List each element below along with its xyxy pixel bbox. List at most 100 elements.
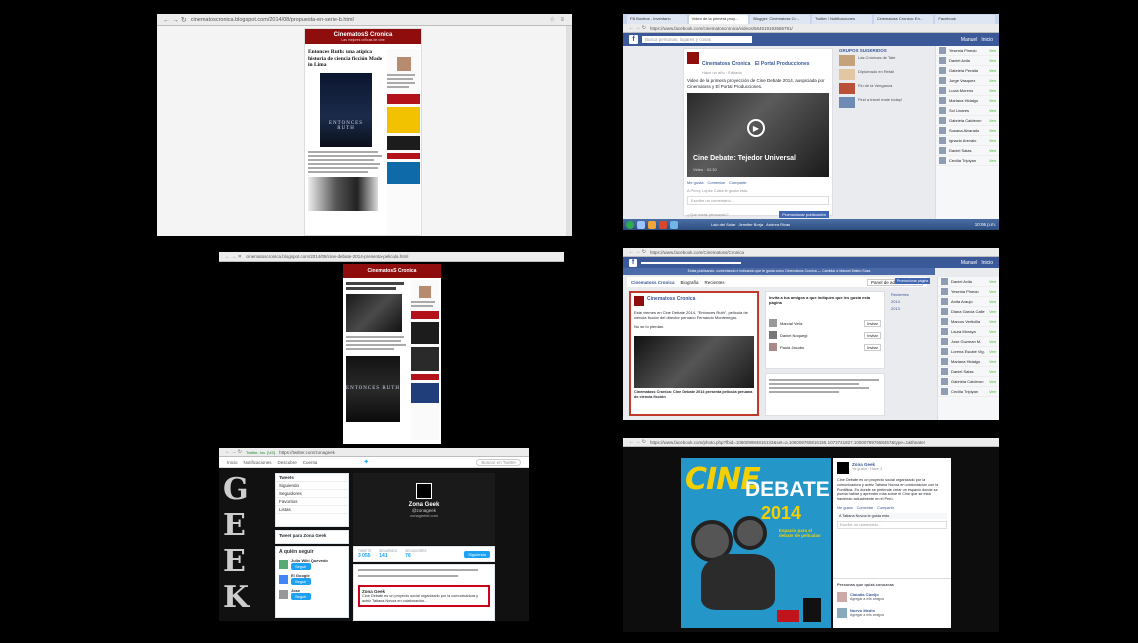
user-name[interactable]: Manuel <box>961 260 977 266</box>
chat-contact[interactable]: Jorge Vasquez Ven <box>936 76 999 86</box>
stat-tweets[interactable]: TWEETS 3 055 <box>358 549 371 559</box>
chat-contact[interactable]: Daniel Salas Ven <box>936 146 999 156</box>
chat-contact[interactable]: Lucia Moreno Ven <box>936 86 999 96</box>
chat-contact[interactable]: Cecilia Tripiyan Ven <box>938 387 999 397</box>
shared-page[interactable]: El Portal Producciones <box>755 61 810 67</box>
chat-contact[interactable]: Daniel Avila Ven <box>938 277 999 287</box>
browser-tab[interactable]: FB Bonitos - Inventario <box>627 15 687 24</box>
chat-contact[interactable]: Gabriela Calderon Ven <box>936 116 999 126</box>
year-link[interactable]: 2013 <box>891 305 931 312</box>
chat-contact[interactable]: Jose Guzman M. Ven <box>938 337 999 347</box>
home-link[interactable]: Inicio <box>981 260 993 266</box>
back-forward-icon[interactable]: ← → ↻ <box>163 16 187 24</box>
nav-notifications[interactable]: Notificaciones <box>244 460 272 465</box>
like-link[interactable]: Me gusta <box>837 506 853 510</box>
video-caption[interactable]: Cinematoss Cronica: Cine Debate 2014 pre… <box>634 390 754 399</box>
facebook-logo-icon[interactable]: f <box>629 258 637 267</box>
chat-contact[interactable]: Daniel Salas Ven <box>938 367 999 377</box>
taskbar-chat[interactable]: Lalo del Solar <box>711 222 735 227</box>
stat-followers[interactable]: SEGUIDORES 76 <box>405 549 426 559</box>
browser-tab[interactable]: Facebook <box>935 15 996 24</box>
chat-contact[interactable]: Sol Linares Ven <box>936 106 999 116</box>
chat-contact[interactable]: Marcos Verticilla Ven <box>938 317 999 327</box>
twitter-bird-icon[interactable]: ✦ <box>363 458 369 466</box>
blog-header[interactable]: CinematosS Cronica <box>343 264 441 278</box>
facebook-logo-icon[interactable]: f <box>629 35 638 44</box>
taskbar-app-icon[interactable] <box>637 220 645 229</box>
taskbar-app-icon[interactable] <box>659 220 667 229</box>
follow-button[interactable]: Seguir <box>291 578 311 585</box>
browser-tab[interactable]: Blogger: Cinematoss Cr... <box>750 15 811 24</box>
comment-input[interactable]: Escribe un comentario... <box>837 520 947 529</box>
invite-button[interactable]: Invitar <box>864 331 881 339</box>
chat-contact[interactable]: Mariana Hidalgo Ven <box>938 357 999 367</box>
post-author[interactable]: Cinematoss Cronica <box>647 296 695 306</box>
address-bar[interactable]: https://www.facebook.com/photo.php?fbid=… <box>650 440 993 445</box>
add-friend-button[interactable]: Agregar a mis amigos <box>850 613 884 617</box>
address-bar[interactable]: cinematoscronica.blogspot.com/2014/08/pr… <box>191 17 546 23</box>
page-name[interactable]: Cinematoss Cronica <box>631 280 675 285</box>
chat-contact[interactable]: Yesenia Pinedo Ven <box>936 46 999 56</box>
address-bar[interactable]: https://www.facebook.com/Cinematoss/Cron… <box>650 250 993 255</box>
like-link[interactable]: Me gusta <box>687 180 703 185</box>
suggestion-item[interactable]: Find a travel mate today! <box>839 97 929 108</box>
year-link[interactable]: Recientes <box>891 291 931 298</box>
chat-contact[interactable]: Mariana Hidalgo Ven <box>936 96 999 106</box>
taskbar-app-icon[interactable] <box>670 220 678 229</box>
browser-tab[interactable]: Cinematoss Cronica: En... <box>873 15 934 24</box>
blog-header[interactable]: CinematosS Cronica Las mejores críticas … <box>305 29 421 44</box>
share-link[interactable]: Compartir <box>729 180 747 185</box>
page-avatar[interactable] <box>837 462 849 474</box>
following-button[interactable]: Siguiendo <box>464 550 490 558</box>
sidebar-following[interactable]: Siguiendo <box>276 482 348 490</box>
post-video[interactable] <box>634 336 754 388</box>
nav-account[interactable]: Cuenta <box>303 460 318 465</box>
back-forward-icon[interactable]: ← → ↻ <box>225 449 242 455</box>
nav-discover[interactable]: Descubre <box>278 460 297 465</box>
likes-summary[interactable]: A Percy Lopez Cuba le gusta esto. <box>687 188 829 193</box>
tab-recent[interactable]: Recientes <box>705 280 725 285</box>
profile-site[interactable]: zonageekti.com <box>353 513 495 518</box>
share-link[interactable]: Compartir <box>877 506 894 510</box>
sidebar-tweets[interactable]: Tweets <box>276 474 348 482</box>
chat-contact[interactable]: Lorena Escate Vig. Ven <box>938 347 999 357</box>
page-avatar[interactable] <box>687 52 699 64</box>
back-forward-icon[interactable]: ← → ↻ <box>629 439 646 445</box>
cine-debate-poster[interactable]: CINE DEBATE 2014 Espacio para el debate … <box>681 458 831 628</box>
taskbar-chat[interactable]: Andrea Rivas <box>766 222 790 227</box>
invite-button[interactable]: Invitar <box>864 319 881 327</box>
chat-contact[interactable]: Anita Araujo Ven <box>938 297 999 307</box>
menu-icon[interactable]: ☆ ≡ <box>549 16 566 23</box>
sidebar-lists[interactable]: Listas <box>276 506 348 514</box>
address-bar[interactable]: https://twitter.com/zonageek <box>279 450 523 455</box>
chat-contact[interactable]: Yesenia Pinedo Ven <box>938 287 999 297</box>
tweet-to-label[interactable]: Tweet para Zona Geek <box>279 533 326 538</box>
suggestion-item[interactable]: Las Crónicas de Tate <box>839 55 929 66</box>
suggestion-item[interactable]: Fin de la Venganza <box>839 83 929 94</box>
address-bar[interactable]: cinematoscronica.blogspot.com/2014/08/ci… <box>246 254 558 259</box>
back-forward-icon[interactable]: ← → ✕ <box>225 254 242 260</box>
follow-button[interactable]: Seguir <box>291 593 311 600</box>
scrollbar[interactable] <box>566 26 572 236</box>
play-icon[interactable]: ▶ <box>747 119 765 137</box>
chat-contact[interactable]: Ignacio Arevalo Ven <box>936 136 999 146</box>
page-name[interactable]: Cinematoss Cronica <box>702 61 750 67</box>
year-link[interactable]: 2014 <box>891 298 931 305</box>
browser-tab[interactable]: Twitter / Notificaciones <box>812 15 872 24</box>
chat-contact[interactable]: Daniel Avila Ven <box>936 56 999 66</box>
video-player[interactable]: ▶ Cine Debate: Tejedor Universal Video ·… <box>687 93 829 177</box>
chat-contact[interactable]: Susana Alvarado Ven <box>936 126 999 136</box>
profile-avatar[interactable] <box>416 483 432 499</box>
comment-link[interactable]: Comentar <box>707 180 725 185</box>
browser-tab[interactable]: Video de la primera proy... <box>688 15 749 24</box>
likes-summary[interactable]: A Tatiana Novoa le gusta esto. <box>837 512 947 519</box>
post-title[interactable]: Entonces Ruth: una atípica historia de c… <box>308 49 384 69</box>
comment-link[interactable]: Comentar <box>857 506 874 510</box>
stat-following[interactable]: SIGUIENDO 141 <box>379 549 397 559</box>
page-avatar[interactable] <box>634 296 644 306</box>
home-link[interactable]: Inicio <box>981 37 993 43</box>
address-bar[interactable]: https://www.facebook.com/cinematoscronic… <box>650 26 993 31</box>
search-input[interactable]: Busca personas, lugares y cosas <box>642 36 752 43</box>
chat-contact[interactable]: Laura Moraya Ven <box>938 327 999 337</box>
promote-page-button[interactable]: Promocionar página <box>895 278 931 284</box>
